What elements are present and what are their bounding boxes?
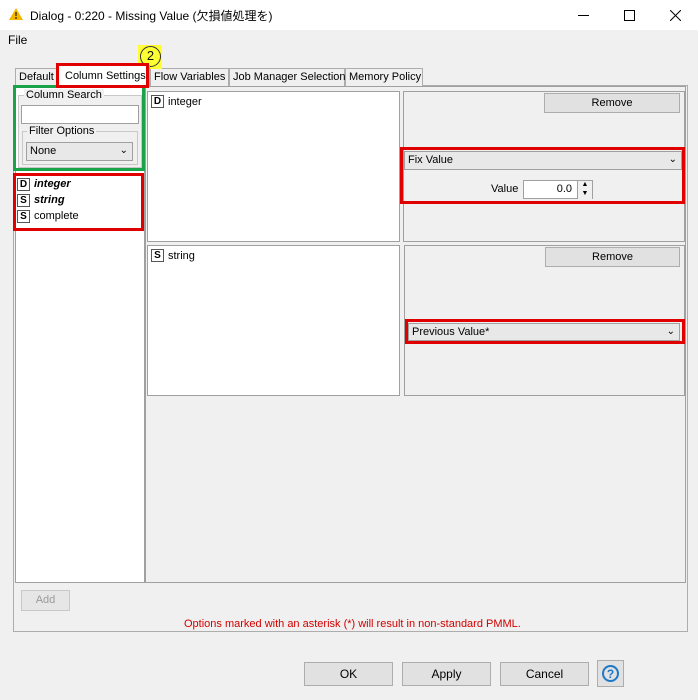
maximize-icon[interactable] — [606, 0, 652, 30]
knime-triangle-icon — [9, 8, 23, 20]
close-icon[interactable] — [652, 0, 698, 30]
tab-default[interactable]: Default — [15, 68, 57, 86]
cancel-button[interactable]: Cancel — [500, 662, 589, 686]
tab-memory-policy-label: Memory Policy — [349, 71, 422, 83]
search-area-highlight — [13, 85, 145, 171]
tab-flow-variables-label: Flow Variables — [154, 71, 226, 83]
fix-value-highlight — [400, 147, 685, 204]
tab-job-manager-selection-label: Job Manager Selection — [233, 71, 346, 83]
previous-value-highlight — [405, 319, 685, 344]
setting-column-item[interactable]: S string — [151, 249, 195, 262]
setting-columns-list[interactable]: D integer — [147, 91, 400, 242]
menu-bar — [0, 30, 698, 50]
add-button[interactable]: Add — [21, 590, 70, 611]
minimize-icon[interactable] — [560, 0, 606, 30]
tab-job-manager-selection[interactable]: Job Manager Selection — [229, 68, 346, 86]
tab-flow-variables[interactable]: Flow Variables — [150, 68, 229, 86]
tab-default-label: Default — [19, 71, 54, 83]
tab-memory-policy[interactable]: Memory Policy — [345, 68, 423, 86]
help-icon: ? — [602, 665, 619, 682]
setting-column-name: string — [168, 249, 195, 262]
column-list-highlight — [13, 173, 144, 231]
active-tab-highlight — [56, 63, 149, 88]
setting-column-name: integer — [168, 95, 202, 108]
apply-button[interactable]: Apply — [402, 662, 491, 686]
remove-button[interactable]: Remove — [545, 247, 680, 267]
double-type-icon: D — [151, 95, 164, 108]
window-title: Dialog - 0:220 - Missing Value (欠損値処理を) — [30, 9, 273, 23]
string-type-icon: S — [151, 249, 164, 262]
setting-columns-list[interactable]: S string — [147, 245, 400, 396]
remove-button[interactable]: Remove — [544, 93, 680, 113]
help-button[interactable]: ? — [597, 660, 624, 687]
ok-button[interactable]: OK — [304, 662, 393, 686]
setting-column-item[interactable]: D integer — [151, 95, 202, 108]
pmml-note: Options marked with an asterisk (*) will… — [184, 618, 521, 630]
menu-file[interactable]: File — [8, 33, 27, 47]
